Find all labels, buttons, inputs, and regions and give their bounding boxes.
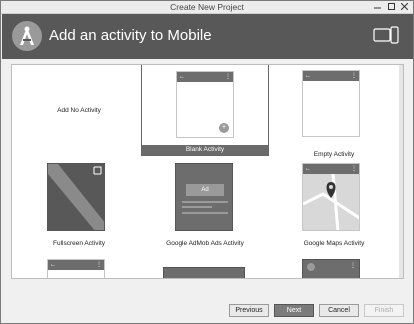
tile-blank-activity[interactable]: ← ⋮ + Blank Activity: [141, 65, 269, 156]
blank-activity-preview: ← ⋮ +: [176, 71, 234, 138]
activity-gallery[interactable]: Add No Activity ← ⋮ + Blank Activity ← ⋮ E…: [11, 64, 404, 279]
activity-preview: [163, 267, 245, 278]
device-form-factor-icon: [373, 26, 399, 44]
cancel-button[interactable]: Cancel: [319, 304, 359, 317]
tile-label: Blank Activity: [142, 145, 268, 155]
tile-more-activity-3[interactable]: ⋮: [270, 259, 398, 278]
back-arrow-icon: ←: [179, 74, 185, 80]
android-studio-logo-icon: [12, 21, 42, 51]
tile-label: Google AdMob Ads Activity: [166, 240, 244, 247]
empty-activity-preview: ← ⋮: [302, 70, 360, 137]
fullscreen-activity-preview: [47, 163, 105, 231]
gallery-scrollbar[interactable]: [399, 65, 403, 278]
tile-empty-activity[interactable]: ← ⋮ Empty Activity: [270, 67, 398, 159]
overflow-menu-icon: ⋮: [96, 262, 102, 268]
overflow-menu-icon: ⋮: [225, 74, 231, 80]
tile-add-no-activity[interactable]: Add No Activity: [15, 67, 143, 159]
create-project-window: Create New Project Add an activity to Mo…: [0, 0, 414, 324]
maximize-icon[interactable]: [387, 2, 395, 11]
back-arrow-icon: ←: [50, 262, 56, 268]
close-icon[interactable]: [400, 2, 408, 11]
wizard-footer: Previous Next Cancel Finish: [2, 296, 413, 324]
tile-google-admob-ads-activity[interactable]: Ad Google AdMob Ads Activity: [141, 163, 269, 255]
overflow-menu-icon: ⋮: [351, 73, 357, 79]
back-arrow-icon: ←: [305, 73, 311, 79]
tile-google-maps-activity[interactable]: ← ⋮ Google Maps Activity: [270, 163, 398, 255]
finish-button[interactable]: Finish: [364, 304, 404, 317]
previous-button[interactable]: Previous: [229, 304, 269, 317]
maps-activity-preview: ← ⋮: [302, 163, 360, 231]
activity-preview: ← ⋮: [47, 259, 105, 278]
tile-label: Fullscreen Activity: [52, 240, 106, 247]
activity-preview: ⋮: [302, 259, 360, 278]
title-bar: Create New Project: [1, 1, 413, 14]
window-title: Create New Project: [170, 2, 244, 12]
tile-label: Google Maps Activity: [303, 240, 365, 247]
fab-plus-icon: +: [219, 123, 229, 133]
page-heading: Add an activity to Mobile: [49, 27, 212, 44]
admob-activity-preview: Ad: [175, 163, 233, 231]
back-arrow-icon: ←: [305, 166, 311, 172]
tile-fullscreen-activity[interactable]: Fullscreen Activity: [15, 163, 143, 255]
next-button[interactable]: Next: [274, 304, 314, 317]
ad-badge: Ad: [186, 184, 224, 196]
overflow-menu-icon: ⋮: [351, 166, 357, 172]
tile-more-activity-1[interactable]: ← ⋮: [15, 259, 143, 278]
tile-label: Add No Activity: [57, 107, 101, 114]
wizard-header: Add an activity to Mobile: [2, 14, 413, 59]
tile-more-activity-2[interactable]: [141, 267, 269, 278]
tile-label: Empty Activity: [313, 151, 355, 158]
minimize-icon[interactable]: [373, 2, 381, 11]
